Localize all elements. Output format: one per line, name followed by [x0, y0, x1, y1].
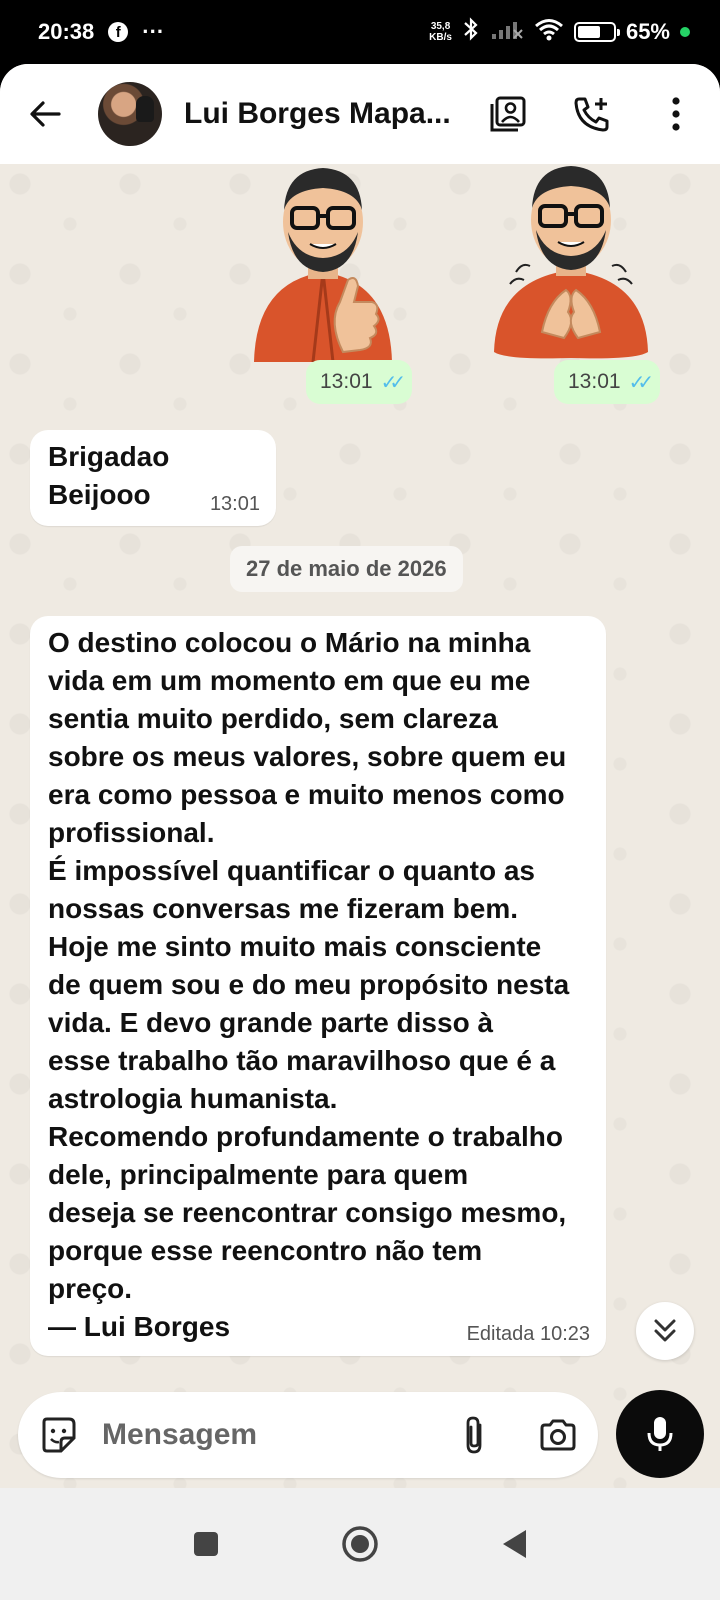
signal-icon [490, 18, 524, 46]
add-call-button[interactable] [570, 92, 614, 136]
network-speed: 35,8 KB/s [429, 21, 452, 43]
more-vertical-icon [672, 97, 680, 131]
scroll-to-bottom-button[interactable] [636, 1302, 694, 1360]
incoming-message-bubble[interactable]: Brigadao Beijooo 13:01 [30, 430, 276, 526]
sticker-clapping[interactable] [486, 162, 656, 362]
contact-card-button[interactable] [486, 92, 530, 136]
triangle-back-icon [503, 1530, 526, 1558]
contact-name[interactable]: Lui Borges Mapa... [184, 97, 464, 131]
sticker-1-time: 13:01 [320, 370, 373, 393]
sticker-thumbs-up[interactable] [248, 162, 398, 363]
wifi-icon [534, 17, 564, 47]
date-separator: 27 de maio de 2026 [230, 546, 463, 592]
chat-header: Lui Borges Mapa... [0, 64, 720, 164]
camera-icon [540, 1419, 576, 1451]
read-receipt-icon: ✓✓ [380, 371, 406, 394]
sticker-2-time: 13:01 [568, 370, 621, 393]
mic-icon [647, 1417, 673, 1451]
sticker-button[interactable] [38, 1415, 78, 1455]
voice-message-button[interactable] [616, 1390, 704, 1478]
more-options-button[interactable] [654, 92, 698, 136]
square-icon [194, 1532, 218, 1556]
system-navigation-bar [0, 1488, 720, 1600]
network-speed-value: 35,8 [430, 21, 451, 32]
recent-apps-button[interactable] [184, 1522, 228, 1566]
home-circle-icon [342, 1526, 378, 1562]
chevron-double-down-icon [654, 1319, 676, 1342]
message-time: 13:01 [209, 493, 260, 515]
message-edited-time: Editada 10:23 [466, 1323, 590, 1345]
privacy-indicator-dot [680, 27, 690, 37]
back-nav-button[interactable] [492, 1522, 536, 1566]
status-time: 20:38 [38, 19, 95, 44]
message-composer [18, 1392, 598, 1478]
home-button[interactable] [338, 1522, 382, 1566]
sticker-2-timestamp: 13:01 ✓✓ [554, 360, 661, 404]
attach-button[interactable] [454, 1415, 494, 1455]
more-notifications-icon: ··· [142, 19, 165, 44]
attach-icon [466, 1416, 482, 1454]
camera-button[interactable] [538, 1415, 578, 1455]
read-receipt-icon: ✓✓ [628, 371, 654, 394]
facebook-icon: f [108, 22, 129, 42]
bluetooth-icon [462, 17, 480, 47]
status-bar: 20:38 f ··· 35,8 KB/s 65% [0, 0, 720, 64]
sticker-icon [42, 1417, 76, 1453]
battery-icon [573, 22, 620, 42]
message-text: O destino colocou o Mário na minha vida … [48, 627, 570, 1342]
add-call-icon [574, 97, 609, 132]
back-arrow-icon [30, 101, 61, 127]
contact-avatar[interactable] [98, 82, 162, 146]
contact-card-icon [490, 96, 526, 132]
chat-screen: Lui Borges Mapa... 13:01 ✓✓ 13:01 ✓✓ Bri… [0, 64, 720, 1600]
back-button[interactable] [22, 91, 68, 137]
sticker-1-timestamp: 13:01 ✓✓ [306, 360, 413, 404]
incoming-message-bubble[interactable]: O destino colocou o Mário na minha vida … [30, 616, 606, 1356]
message-input[interactable] [102, 1418, 402, 1452]
network-speed-unit: KB/s [429, 32, 452, 43]
battery-percent: 65% [625, 19, 670, 44]
